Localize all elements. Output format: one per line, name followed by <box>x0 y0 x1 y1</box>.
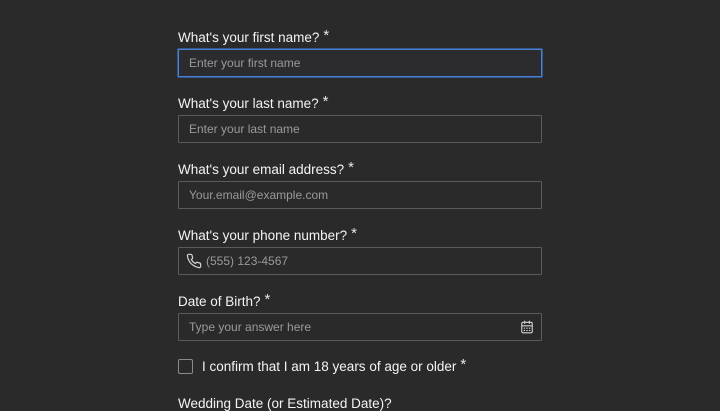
required-asterisk: * <box>348 159 354 176</box>
calendar-icon[interactable] <box>520 320 534 334</box>
last-name-input[interactable] <box>179 116 541 142</box>
first-name-input-box[interactable] <box>178 49 542 77</box>
dob-input-box[interactable] <box>178 313 542 341</box>
phone-label: What's your phone number? * <box>178 225 358 243</box>
required-asterisk: * <box>351 225 358 242</box>
phone-input-box[interactable] <box>178 247 542 275</box>
phone-input[interactable] <box>202 248 541 274</box>
required-asterisk: * <box>323 27 330 44</box>
last-name-input-box[interactable] <box>178 115 542 143</box>
last-name-field: What's your last name? * <box>178 93 542 143</box>
email-label: What's your email address? * <box>178 159 354 177</box>
email-input-box[interactable] <box>178 181 542 209</box>
first-name-label: What's your first name? * <box>178 27 330 45</box>
first-name-field: What's your first name? * <box>178 27 542 77</box>
first-name-input[interactable] <box>179 50 541 76</box>
dob-input[interactable] <box>179 314 520 340</box>
email-field: What's your email address? * <box>178 159 542 209</box>
required-asterisk: * <box>460 356 467 373</box>
dob-label: Date of Birth? * <box>178 291 271 309</box>
wedding-date-label: Wedding Date (or Estimated Date)? <box>178 396 392 411</box>
phone-icon <box>186 253 202 269</box>
email-input[interactable] <box>179 182 541 208</box>
required-asterisk: * <box>322 93 329 110</box>
required-asterisk: * <box>264 291 271 308</box>
age-confirm-label[interactable]: I confirm that I am 18 years of age or o… <box>202 356 467 375</box>
age-confirm-row: I confirm that I am 18 years of age or o… <box>178 356 467 375</box>
last-name-label: What's your last name? * <box>178 93 329 111</box>
dob-field: Date of Birth? * <box>178 291 542 341</box>
phone-field: What's your phone number? * <box>178 225 542 275</box>
age-confirm-checkbox[interactable] <box>178 359 193 374</box>
